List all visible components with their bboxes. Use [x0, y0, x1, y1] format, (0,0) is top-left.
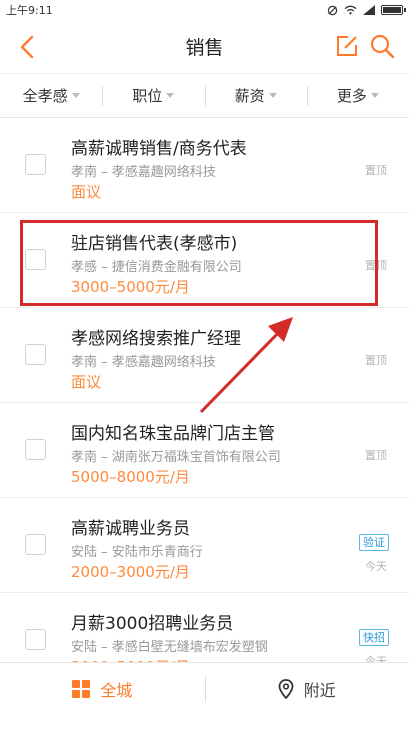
job-checkbox[interactable] — [25, 439, 46, 460]
signal-icon — [363, 5, 375, 15]
job-salary: 面议 — [71, 183, 102, 201]
job-company: 安陆 – 安陆市乐青商行 — [71, 545, 203, 560]
post-date: 今天 — [365, 560, 387, 573]
tab-nearby[interactable]: 附近 — [204, 674, 409, 704]
edit-icon[interactable] — [335, 34, 359, 58]
caret-down-icon — [268, 93, 277, 98]
filter-area[interactable]: 全孝感 — [0, 84, 102, 108]
tab-nearby-label: 附近 — [303, 680, 336, 700]
job-list-item[interactable]: 高薪诚聘业务员 安陆 – 安陆市乐青商行 2000–3000元/月 验证 今天 — [0, 498, 409, 593]
job-title: 月薪3000招聘业务员 — [71, 614, 234, 634]
job-title: 高薪诚聘销售/商务代表 — [71, 139, 247, 159]
job-title: 孝感网络搜索推广经理 — [71, 329, 241, 349]
pinned-label: 置顶 — [365, 354, 387, 367]
location-pin-icon — [278, 678, 294, 699]
tab-city[interactable]: 全城 — [0, 674, 205, 704]
filter-bar: 全孝感 职位 薪资 更多 — [0, 74, 409, 118]
job-list-screen: 上午9:11 销售 全孝感 职位 薪资 更多 高薪诚聘销售/商务代表 孝南 – … — [0, 0, 409, 735]
job-salary: 面议 — [71, 373, 102, 391]
job-list-item[interactable]: 国内知名珠宝品牌门店主管 孝南 – 湖南张万福珠宝首饰有限公司 5000–800… — [0, 403, 409, 498]
bottom-tab-bar: 全城 附近 — [0, 662, 409, 714]
job-salary: 5000–8000元/月 — [71, 468, 190, 486]
caret-down-icon — [166, 93, 175, 98]
job-list-item[interactable]: 高薪诚聘销售/商务代表 孝南 – 孝感嘉趣网络科技 面议 置顶 — [0, 118, 409, 213]
filter-position[interactable]: 职位 — [102, 84, 204, 108]
verified-badge: 验证 — [359, 534, 389, 551]
wifi-icon — [344, 5, 357, 15]
job-checkbox[interactable] — [25, 249, 46, 270]
job-company: 孝感 – 捷信消费金融有限公司 — [71, 260, 242, 275]
battery-icon — [381, 5, 406, 15]
filter-more[interactable]: 更多 — [306, 84, 409, 108]
filter-salary-label: 薪资 — [234, 87, 265, 105]
status-bar: 上午9:11 — [0, 0, 409, 20]
alarm-icon — [327, 5, 338, 15]
page-title: 销售 — [185, 37, 224, 59]
tab-city-label: 全城 — [100, 680, 133, 700]
job-salary: 3000–5000元/月 — [71, 278, 190, 296]
job-list: 高薪诚聘销售/商务代表 孝南 – 孝感嘉趣网络科技 面议 置顶 驻店销售代表(孝… — [0, 118, 409, 688]
filter-position-label: 职位 — [132, 87, 163, 105]
job-company: 孝南 – 孝感嘉趣网络科技 — [71, 355, 216, 370]
job-title: 国内知名珠宝品牌门店主管 — [71, 424, 275, 444]
pinned-label: 置顶 — [365, 449, 387, 462]
job-company: 孝南 – 孝感嘉趣网络科技 — [71, 165, 216, 180]
filter-area-label: 全孝感 — [22, 87, 68, 105]
bottom-spacer — [0, 714, 409, 735]
status-icons — [327, 5, 406, 16]
job-list-item[interactable]: 驻店销售代表(孝感市) 孝感 – 捷信消费金融有限公司 3000–5000元/月… — [0, 213, 409, 308]
caret-down-icon — [370, 93, 379, 98]
job-salary: 2000–3000元/月 — [71, 563, 190, 581]
quick-hire-badge: 快招 — [359, 629, 389, 646]
filter-salary[interactable]: 薪资 — [204, 84, 307, 108]
job-checkbox[interactable] — [25, 534, 46, 555]
job-company: 安陆 – 孝感白壁无缝墙布宏发塑钢 — [71, 640, 268, 655]
grid-icon — [72, 679, 91, 698]
back-icon[interactable] — [16, 34, 40, 60]
pinned-label: 置顶 — [365, 164, 387, 177]
job-checkbox[interactable] — [25, 344, 46, 365]
job-list-item[interactable]: 孝感网络搜索推广经理 孝南 – 孝感嘉趣网络科技 面议 置顶 — [0, 308, 409, 403]
search-icon[interactable] — [369, 33, 395, 59]
caret-down-icon — [71, 93, 80, 98]
status-time: 上午9:11 — [6, 4, 53, 17]
pinned-label: 置顶 — [365, 259, 387, 272]
job-company: 孝南 – 湖南张万福珠宝首饰有限公司 — [71, 450, 281, 465]
job-checkbox[interactable] — [25, 629, 46, 650]
job-title: 高薪诚聘业务员 — [71, 519, 190, 539]
filter-more-label: 更多 — [336, 87, 367, 105]
top-nav: 销售 — [0, 20, 409, 74]
job-checkbox[interactable] — [25, 154, 46, 175]
job-title: 驻店销售代表(孝感市) — [71, 234, 238, 254]
